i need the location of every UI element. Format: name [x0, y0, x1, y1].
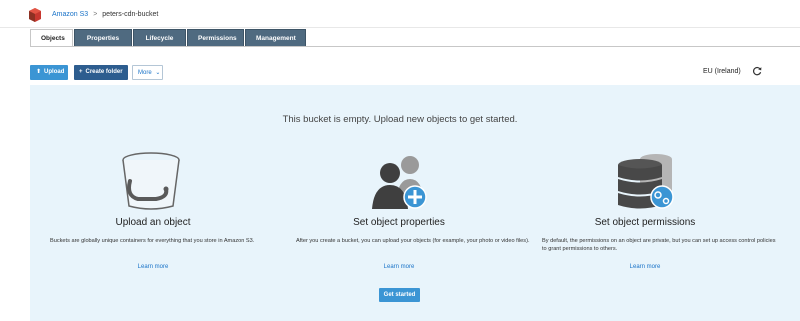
chevron-down-icon: ⌄ — [155, 70, 161, 76]
empty-state-panel: This bucket is empty. Upload new objects… — [30, 85, 800, 321]
tab-properties[interactable]: Properties — [74, 29, 132, 47]
plus-icon: + — [79, 69, 83, 75]
create-folder-button[interactable]: + Create folder — [74, 65, 128, 80]
more-dropdown[interactable]: More ⌄ — [132, 65, 163, 80]
breadcrumb-separator: > — [93, 11, 98, 18]
tab-lifecycle[interactable]: Lifecycle — [133, 29, 186, 47]
breadcrumb-amazon-s3[interactable]: Amazon S3 — [52, 11, 88, 18]
upload-object-description: Buckets are globally unique containers f… — [50, 238, 255, 244]
tab-objects[interactable]: Objects — [30, 29, 73, 47]
empty-bucket-message: This bucket is empty. Upload new objects… — [282, 114, 518, 125]
tab-divider — [30, 46, 800, 47]
upload-button-label: Upload — [44, 69, 65, 75]
object-permissions-description: By default, the permissions on an object… — [542, 238, 776, 252]
get-started-button[interactable]: Get started — [379, 288, 420, 302]
tab-permissions[interactable]: Permissions — [187, 29, 244, 47]
tab-bar: Objects Properties Lifecycle Permissions… — [30, 29, 307, 47]
upload-object-learn-more-link[interactable]: Learn more — [30, 264, 276, 270]
top-bar: Amazon S3 > peters-cdn-bucket — [0, 0, 800, 28]
tab-management[interactable]: Management — [245, 29, 306, 47]
object-permissions-title: Set object permissions — [594, 217, 696, 228]
refresh-icon[interactable] — [752, 66, 762, 76]
object-properties-description: After you create a bucket, you can uploa… — [296, 238, 530, 244]
bucket-icon — [122, 152, 180, 210]
object-properties-learn-more-link[interactable]: Learn more — [276, 264, 522, 270]
database-settings-icon — [618, 154, 674, 209]
object-permissions-learn-more-link[interactable]: Learn more — [522, 264, 768, 270]
more-label: More — [138, 70, 152, 76]
breadcrumb: Amazon S3 > peters-cdn-bucket — [52, 10, 158, 20]
region-label[interactable]: EU (Ireland) — [703, 68, 741, 75]
aws-logo-icon[interactable] — [28, 8, 42, 22]
upload-object-title: Upload an object — [115, 217, 191, 228]
object-properties-title: Set object properties — [353, 217, 445, 228]
breadcrumb-bucket-name: peters-cdn-bucket — [102, 11, 159, 18]
upload-icon: ⬆ — [36, 69, 42, 75]
upload-button[interactable]: ⬆ Upload — [30, 65, 68, 80]
users-add-icon — [372, 156, 427, 209]
create-folder-label: Create folder — [85, 69, 123, 75]
